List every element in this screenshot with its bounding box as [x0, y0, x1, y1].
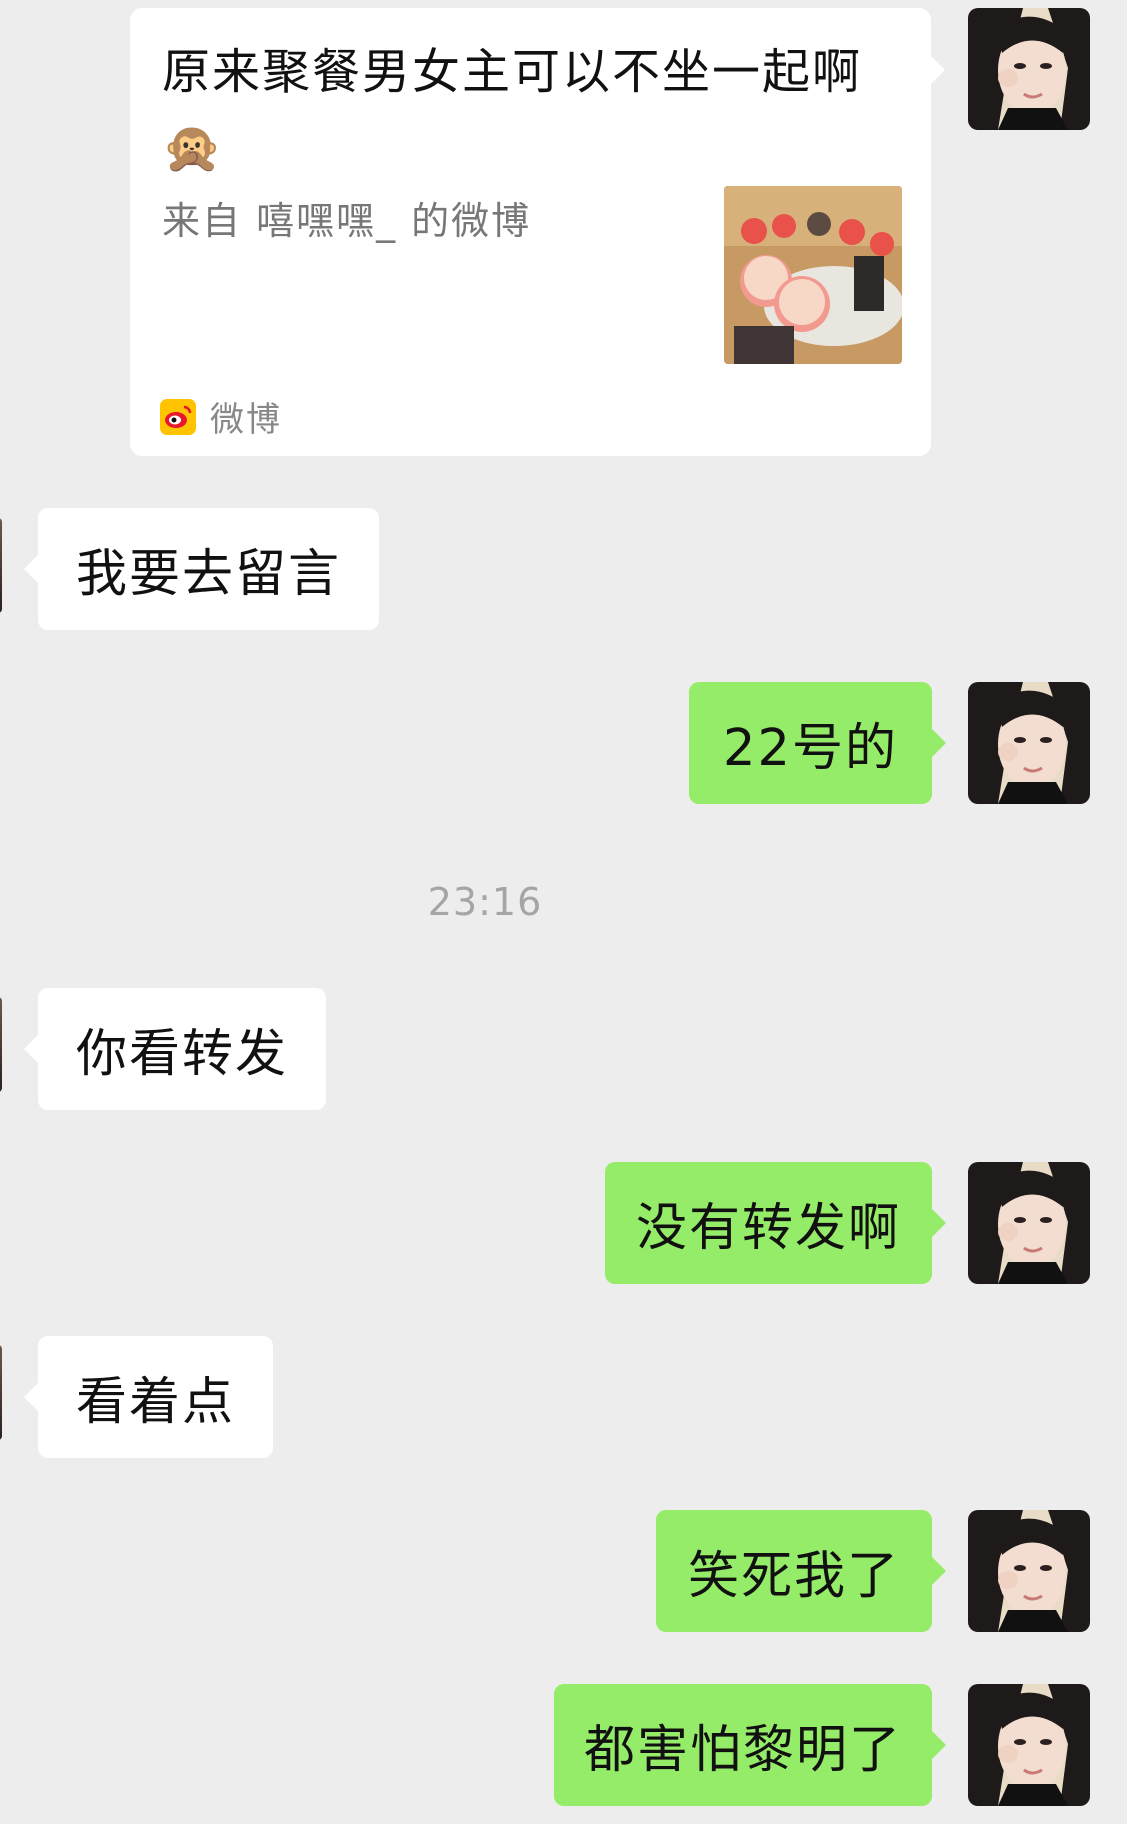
card-footer: 微博: [160, 392, 282, 441]
see-no-evil-monkey-emoji: 🙊: [162, 120, 224, 176]
outgoing-message[interactable]: 都害怕黎明了: [554, 1684, 946, 1806]
shared-weibo-card[interactable]: 原来聚餐男女主可以不坐一起啊 🙊 来自 嘻嘿嘿_ 的微博 微博: [130, 8, 945, 456]
card-title: 原来聚餐男女主可以不坐一起啊 🙊: [162, 44, 863, 176]
message-text: 看着点: [76, 1373, 236, 1432]
outgoing-message[interactable]: 没有转发啊: [605, 1162, 946, 1284]
weibo-icon: [160, 398, 196, 435]
message-text: 没有转发啊: [636, 1199, 902, 1258]
incoming-message[interactable]: 我要去留言: [23, 508, 380, 630]
message-text: 你看转发: [76, 1025, 289, 1084]
my-avatar[interactable]: [968, 1510, 1090, 1632]
card-app-label: 微博: [210, 400, 282, 440]
message-text: 都害怕黎明了: [584, 1721, 903, 1780]
outgoing-message[interactable]: 22号的: [689, 682, 946, 804]
incoming-message[interactable]: 看着点: [23, 1336, 274, 1458]
contact-avatar[interactable]: [0, 518, 2, 613]
my-avatar[interactable]: [968, 1684, 1090, 1806]
my-avatar[interactable]: [968, 1162, 1090, 1284]
message-text: 我要去留言: [76, 545, 342, 604]
contact-avatar[interactable]: [0, 997, 2, 1092]
message-text: 笑死我了: [688, 1547, 901, 1606]
card-source: 来自 嘻嘿嘿_ 的微博: [162, 199, 532, 243]
outgoing-message[interactable]: 笑死我了: [656, 1510, 946, 1632]
card-thumbnail: [724, 186, 902, 364]
message-text: 22号的: [723, 719, 898, 778]
my-avatar[interactable]: [968, 8, 1090, 130]
timestamp: 23:16: [427, 880, 543, 924]
incoming-message[interactable]: 你看转发: [23, 988, 327, 1110]
my-avatar[interactable]: [968, 682, 1090, 804]
contact-avatar[interactable]: [0, 1345, 2, 1440]
